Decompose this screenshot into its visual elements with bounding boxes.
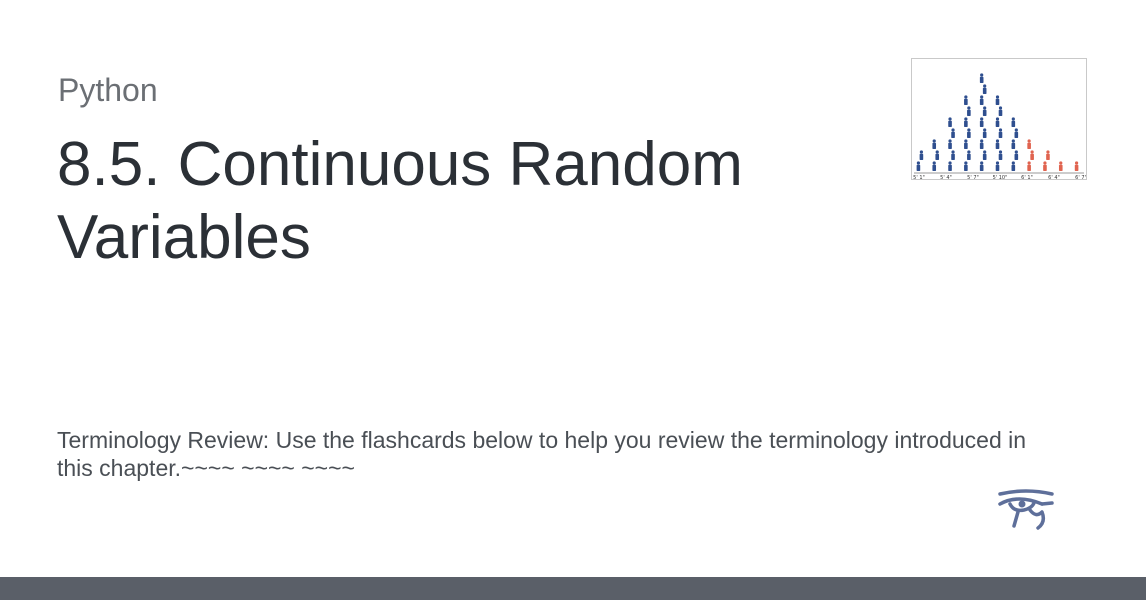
person-figure <box>948 117 952 127</box>
person-figure <box>1011 117 1016 127</box>
person-figure <box>995 139 1000 149</box>
person-figure <box>1058 161 1063 171</box>
eye-of-horus-icon <box>998 489 1054 530</box>
person-figure <box>982 128 987 138</box>
person-figure <box>979 117 984 127</box>
person-figure <box>948 161 952 171</box>
axis-tick-label: 5' 10" <box>993 175 1008 179</box>
person-figure <box>951 128 955 138</box>
person-figure <box>979 139 984 149</box>
person-figure <box>1014 150 1019 160</box>
person-figure <box>998 106 1003 116</box>
person-figure <box>1011 139 1016 149</box>
person-figure <box>967 150 971 160</box>
footer-bar <box>0 577 1146 600</box>
axis-tick-label: 6' 4" <box>1048 175 1060 179</box>
logo <box>996 488 1056 532</box>
thumbnail-image: 5' 1" 5' 4" 5' 7" 5' 10" 6' 1" 6' 4" 6' 7" <box>911 58 1087 181</box>
person-figure <box>964 139 968 149</box>
person-figure <box>979 161 984 171</box>
person-figure <box>932 161 937 171</box>
axis-tick-label: 6' 7" <box>1075 175 1086 179</box>
description-text: Terminology Review: Use the flashcards b… <box>57 427 1027 481</box>
axis-tick-label: 5' 1" <box>913 175 925 179</box>
person-figure <box>1074 161 1079 171</box>
person-figure <box>1011 161 1016 171</box>
person-figure <box>919 150 924 160</box>
person-figure <box>998 128 1003 138</box>
person-figure <box>982 106 987 116</box>
axis-tick-label: 5' 7" <box>967 175 979 179</box>
person-figure <box>964 117 968 127</box>
person-figure <box>964 161 968 171</box>
person-figure <box>916 161 921 171</box>
person-figure <box>932 139 937 149</box>
person-figure <box>1043 161 1047 171</box>
axis-tick-label: 5' 4" <box>940 175 952 179</box>
person-figure <box>951 150 955 160</box>
person-figure <box>948 139 952 149</box>
person-figure <box>967 106 971 116</box>
person-figure <box>1046 150 1050 160</box>
axis-tick-label: 6' 1" <box>1021 175 1033 179</box>
person-figure <box>1027 161 1031 171</box>
person-figure <box>995 161 1000 171</box>
person-figure <box>1030 150 1034 160</box>
person-figure <box>982 150 987 160</box>
height-distribution-figure: 5' 1" 5' 4" 5' 7" 5' 10" 6' 1" 6' 4" 6' 7" <box>913 73 1087 181</box>
page-title: 8.5. Continuous Random Variables <box>57 130 743 272</box>
person-figure <box>1014 128 1019 138</box>
person-figure <box>995 117 1000 127</box>
person-figure <box>979 73 984 83</box>
category-label: Python <box>58 72 158 108</box>
person-figure <box>967 128 971 138</box>
person-figure <box>979 95 984 105</box>
person-figure <box>935 150 940 160</box>
person-figure <box>995 95 1000 105</box>
person-figure <box>998 150 1003 160</box>
person-figure <box>1027 139 1031 149</box>
person-figure <box>964 95 968 105</box>
person-figure <box>982 84 987 94</box>
